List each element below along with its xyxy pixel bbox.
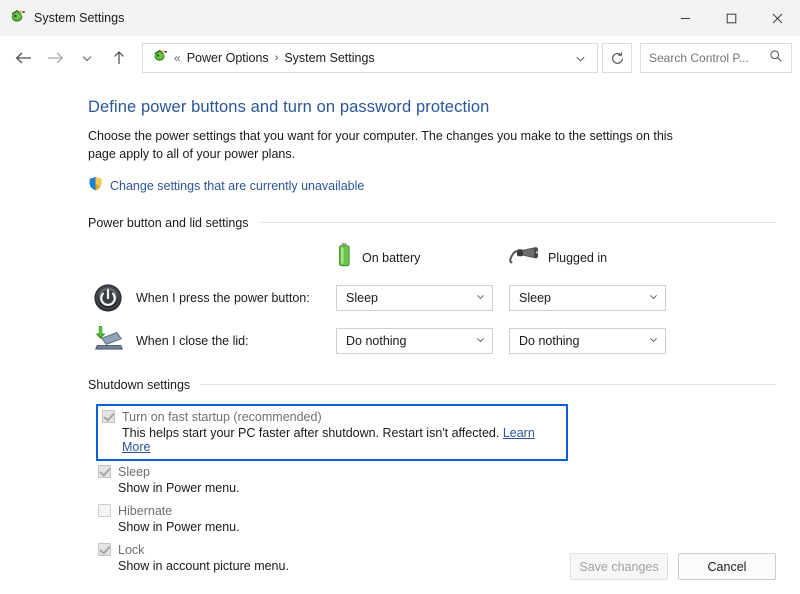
navigation-toolbar: « Power Options › System Settings (0, 36, 800, 80)
power-button-icon (88, 283, 128, 313)
checkbox-label-hibernate: Hibernate (118, 504, 172, 518)
checkbox-description-sleep: Show in Power menu. (98, 481, 770, 495)
breadcrumb-separator: › (275, 52, 279, 64)
checkbox-lock[interactable] (98, 543, 111, 556)
breadcrumb-item-system-settings[interactable]: System Settings (284, 51, 374, 65)
page-intro-text: Choose the power settings that you want … (88, 128, 688, 164)
power-section-header: Power button and lid settings (88, 216, 776, 230)
checkbox-line[interactable]: Turn on fast startup (recommended) (102, 410, 560, 424)
recent-locations-chevron-down-icon[interactable] (72, 43, 102, 73)
checkbox-line[interactable]: Sleep (98, 465, 770, 479)
checkbox-label-lock: Lock (118, 543, 144, 557)
checkbox-label-fast-startup: Turn on fast startup (recommended) (122, 410, 322, 424)
search-icon[interactable] (769, 49, 783, 68)
description-text: This helps start your PC faster after sh… (122, 426, 499, 440)
setting-label-close-lid: When I close the lid: (128, 334, 336, 348)
setting-row-close-lid: When I close the lid: Do nothing Do noth… (88, 324, 776, 358)
dropdown-power-button-plugged-in[interactable]: Sleep (509, 285, 666, 311)
column-label-on-battery: On battery (362, 251, 420, 265)
dropdown-close-lid-on-battery[interactable]: Do nothing (336, 328, 493, 354)
dropdown-value: Do nothing (519, 334, 648, 348)
column-header-plugged-in: Plugged in (509, 244, 682, 271)
checkbox-label-sleep: Sleep (118, 465, 150, 479)
power-plug-icon (10, 8, 26, 29)
chevron-down-icon (475, 334, 486, 348)
page-title: Define power buttons and turn on passwor… (88, 98, 776, 117)
window-title: System Settings (34, 11, 124, 25)
checkbox-sleep[interactable] (98, 465, 111, 478)
shutdown-section-divider (200, 384, 776, 385)
footer-buttons: Save changes Cancel (570, 553, 776, 580)
back-arrow-icon[interactable] (8, 43, 38, 73)
minimize-button[interactable] (662, 0, 708, 36)
checkbox-item-hibernate[interactable]: Hibernate Show in Power menu. (88, 500, 776, 539)
page-content: Define power buttons and turn on passwor… (0, 80, 800, 594)
power-section-divider (259, 222, 776, 223)
checkbox-fast-startup[interactable] (102, 410, 115, 423)
address-bar[interactable]: « Power Options › System Settings (142, 43, 598, 73)
maximize-button[interactable] (708, 0, 754, 36)
cancel-button[interactable]: Cancel (678, 553, 776, 580)
column-header-on-battery: On battery (336, 242, 509, 273)
close-button[interactable] (754, 0, 800, 36)
system-settings-window: System Settings (0, 0, 800, 594)
change-unavailable-settings-link[interactable]: Change settings that are currently unava… (110, 179, 364, 193)
save-changes-button[interactable]: Save changes (570, 553, 668, 580)
forward-arrow-icon[interactable] (40, 43, 70, 73)
battery-icon (336, 242, 353, 273)
setting-label-power-button: When I press the power button: (128, 291, 336, 305)
breadcrumb-item-power-options[interactable]: Power Options (187, 51, 269, 65)
shutdown-section-header: Shutdown settings (88, 378, 776, 392)
checkbox-line[interactable]: Hibernate (98, 504, 770, 518)
shutdown-section-label: Shutdown settings (88, 378, 190, 392)
shield-icon (88, 176, 103, 196)
chevron-down-icon (475, 291, 486, 305)
dropdown-close-lid-plugged-in[interactable]: Do nothing (509, 328, 666, 354)
dropdown-value: Do nothing (346, 334, 475, 348)
chevron-down-icon (648, 334, 659, 348)
search-box[interactable] (640, 43, 792, 73)
dropdown-value: Sleep (346, 291, 475, 305)
checkbox-item-fast-startup[interactable]: Turn on fast startup (recommended) This … (96, 404, 568, 461)
title-bar: System Settings (0, 0, 800, 36)
up-arrow-icon[interactable] (104, 43, 134, 73)
column-label-plugged-in: Plugged in (548, 251, 607, 265)
shutdown-settings-list: Turn on fast startup (recommended) This … (88, 404, 776, 578)
refresh-icon[interactable] (602, 43, 632, 73)
search-input[interactable] (649, 51, 769, 65)
power-column-headers: On battery Plugged in (88, 244, 776, 272)
checkbox-item-sleep[interactable]: Sleep Show in Power menu. (88, 461, 776, 500)
checkbox-description-hibernate: Show in Power menu. (98, 520, 770, 534)
title-bar-left: System Settings (0, 8, 124, 29)
setting-row-power-button: When I press the power button: Sleep Sle… (88, 281, 776, 315)
dropdown-value: Sleep (519, 291, 648, 305)
uac-settings-link-row[interactable]: Change settings that are currently unava… (88, 176, 776, 196)
breadcrumb-icon (153, 48, 168, 68)
laptop-lid-icon (88, 326, 128, 356)
plug-icon (509, 244, 539, 271)
dropdown-power-button-on-battery[interactable]: Sleep (336, 285, 493, 311)
power-section-label: Power button and lid settings (88, 216, 249, 230)
checkbox-description-fast-startup: This helps start your PC faster after sh… (102, 426, 560, 454)
chevron-down-icon (648, 291, 659, 305)
address-chevron-down-icon[interactable] (567, 45, 593, 71)
checkbox-hibernate[interactable] (98, 504, 111, 517)
breadcrumb-overflow[interactable]: « (174, 51, 181, 65)
window-controls (662, 0, 800, 36)
